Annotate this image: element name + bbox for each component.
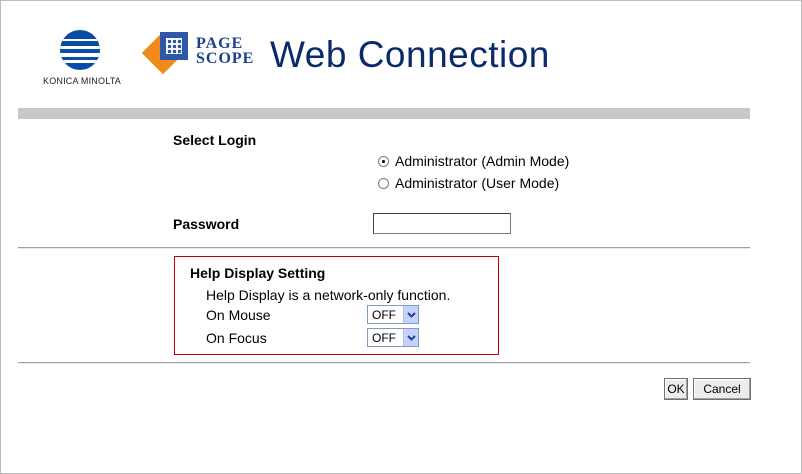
select-login-heading: Select Login bbox=[173, 132, 257, 148]
on-mouse-select[interactable]: OFF bbox=[367, 305, 419, 324]
chevron-down-icon[interactable] bbox=[403, 306, 418, 323]
konica-minolta-logo: KONICA MINOLTA bbox=[34, 28, 130, 90]
pagescope-text-line2: SCOPE bbox=[196, 50, 255, 67]
konica-minolta-globe-icon bbox=[60, 30, 100, 70]
on-mouse-value: OFF bbox=[372, 307, 396, 322]
on-focus-select[interactable]: OFF bbox=[367, 328, 419, 347]
password-label: Password bbox=[173, 216, 240, 232]
on-focus-label: On Focus bbox=[206, 330, 267, 346]
header-divider-bar bbox=[18, 108, 750, 119]
password-field[interactable] bbox=[373, 213, 511, 234]
app-title: Web Connection bbox=[270, 34, 550, 75]
help-display-description: Help Display is a network-only function. bbox=[206, 287, 451, 303]
pagescope-text: PAGE SCOPE bbox=[196, 35, 255, 67]
pagescope-text-line1: PAGE bbox=[196, 35, 244, 52]
brand-text: KONICA MINOLTA bbox=[43, 76, 121, 86]
radio-user-mode-label: Administrator (User Mode) bbox=[395, 175, 560, 191]
radio-button-unchecked[interactable] bbox=[378, 177, 389, 189]
pagescope-grid-icon bbox=[160, 32, 188, 60]
divider-top bbox=[18, 247, 750, 249]
radio-admin-mode[interactable]: Administrator (Admin Mode) bbox=[378, 153, 569, 169]
help-display-setting-box: Help Display Setting Help Display is a n… bbox=[174, 256, 499, 355]
radio-button-checked[interactable] bbox=[378, 155, 389, 167]
on-mouse-label: On Mouse bbox=[206, 307, 271, 323]
radio-user-mode[interactable]: Administrator (User Mode) bbox=[378, 175, 559, 191]
chevron-down-icon[interactable] bbox=[403, 329, 418, 346]
help-display-title: Help Display Setting bbox=[190, 265, 326, 281]
ok-button[interactable]: OK bbox=[664, 378, 688, 400]
radio-admin-mode-label: Administrator (Admin Mode) bbox=[395, 153, 570, 169]
pagescope-logo: PAGE SCOPE bbox=[141, 30, 264, 86]
cancel-button[interactable]: Cancel bbox=[693, 378, 751, 400]
divider-bottom bbox=[18, 362, 750, 364]
on-focus-value: OFF bbox=[372, 330, 396, 345]
